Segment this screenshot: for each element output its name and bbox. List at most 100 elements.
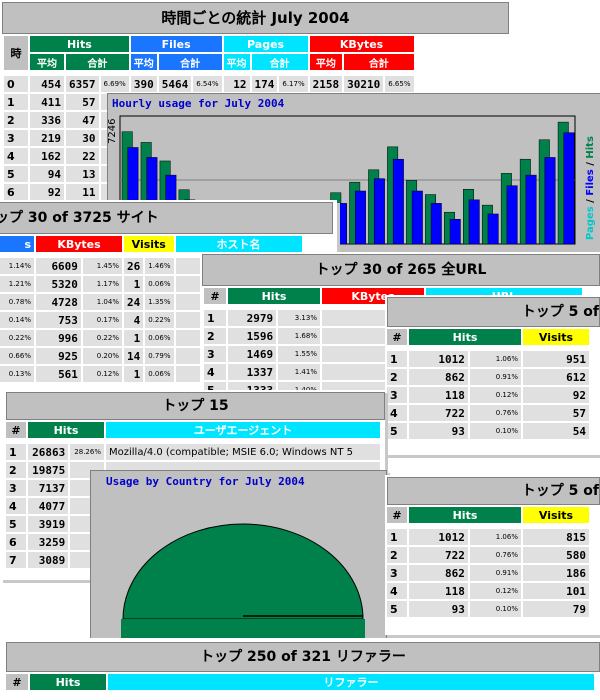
files-total-header: 合計: [158, 54, 222, 70]
sites-visits-pct-cell: 0.06%: [145, 366, 174, 382]
exit-rank-cell: 2: [387, 547, 407, 563]
entry-visits-header: Visits: [523, 329, 589, 345]
urls-hits-pct-cell: 1.55%: [278, 346, 320, 362]
files-bar: [392, 158, 404, 245]
files-bar: [336, 203, 347, 245]
sites-visits-cell: 1: [124, 366, 144, 382]
urls-rank-cell: 1: [204, 310, 226, 326]
hourly-hits-total-cell: 22: [66, 148, 99, 164]
hourly-files-avg-cell: 390: [130, 76, 157, 92]
urls-hits-cell: 2979: [228, 310, 277, 326]
agents-hits-cell: 3919: [28, 516, 69, 532]
urls-hits-header: Hits: [228, 288, 320, 304]
sites-visits-pct-cell: 0.22%: [145, 312, 174, 328]
kbytes-avg-header: 平均: [309, 54, 343, 70]
exit-rank-cell: 5: [387, 601, 407, 617]
sites-kbytes-pct-cell: 0.20%: [82, 348, 122, 364]
entry-hits-pct-cell: 1.06%: [469, 351, 521, 367]
exit-hits-cell: 93: [409, 601, 468, 617]
entry-hits-cell: 118: [409, 387, 468, 403]
agents-hits-cell: 26863: [28, 444, 69, 460]
exit-hits-pct-cell: 0.10%: [469, 601, 521, 617]
sites-visits-pct-cell: 1.46%: [145, 258, 174, 274]
table-row: 4 722 0.76% 57: [387, 405, 589, 421]
hourly-files-pct-cell: 6.54%: [193, 76, 222, 92]
hourly-hits-total-cell: 11: [66, 184, 99, 200]
hourly-hits-pct-cell: 6.69%: [100, 76, 129, 92]
entry-rank-cell: 2: [387, 369, 407, 385]
hourly-hits-avg-cell: 162: [30, 148, 64, 164]
sites-visits-cell: 1: [124, 276, 144, 292]
top-entry-window: トップ 5 of # Hits Visits 1 1012 1.06% 951 2 862…: [385, 295, 600, 455]
sites-visits-cell: 14: [124, 348, 144, 364]
entry-visits-cell: 54: [523, 423, 589, 439]
agents-rank-cell: 1: [6, 444, 26, 460]
hourly-hits-avg-cell: 94: [30, 166, 64, 182]
table-row: 5 93 0.10% 54: [387, 423, 589, 439]
entry-visits-cell: 92: [523, 387, 589, 403]
files-bar: [373, 178, 385, 245]
entry-hits-cell: 93: [409, 423, 468, 439]
exit-hits-pct-cell: 0.91%: [469, 565, 521, 581]
hourly-hour-cell: 2: [4, 112, 28, 128]
sites-files-header: s: [0, 236, 34, 252]
hourly-hits-avg-cell: 336: [30, 112, 64, 128]
hourly-hour-cell: 0: [4, 76, 28, 92]
kbytes-total-header: 合計: [344, 54, 414, 70]
sites-kbytes-pct-cell: 1.04%: [82, 294, 122, 310]
sites-kbytes-pct-cell: 1.17%: [82, 276, 122, 292]
kbytes-header: KBytes: [309, 36, 414, 52]
hourly-hits-avg-cell: 92: [30, 184, 64, 200]
top-entry-table: # Hits Visits 1 1012 1.06% 951 2 862 0.91% 612 3…: [385, 327, 591, 441]
urls-rank-cell: 3: [204, 346, 226, 362]
entry-rank-cell: 1: [387, 351, 407, 367]
table-row: 4 118 0.12% 101: [387, 583, 589, 599]
exit-rank-cell: 4: [387, 583, 407, 599]
country-pie-chart: [121, 523, 365, 639]
hits-header: Hits: [30, 36, 129, 52]
top-agents-title: トップ 15: [6, 392, 385, 420]
agents-rank-cell: 6: [6, 534, 26, 550]
entry-visits-cell: 951: [523, 351, 589, 367]
sites-files-pct-cell: 1.21%: [0, 276, 34, 292]
sites-files-pct-cell: 0.78%: [0, 294, 34, 310]
sites-visits-header: Visits: [124, 236, 174, 252]
table-row: 1 26863 28.26% Mozilla/4.0 (compatible; MSI…: [6, 444, 380, 460]
exit-hits-cell: 722: [409, 547, 468, 563]
urls-hits-pct-cell: 1.41%: [278, 364, 320, 380]
hour-header: 時: [4, 36, 28, 70]
agents-ua-header: ユーザエージェント: [106, 422, 380, 438]
hourly-pages-total-cell: 174: [251, 76, 278, 92]
table-row: 1 1012 1.06% 815: [387, 529, 589, 545]
top-referrers-table: # Hits リファラー: [4, 672, 596, 692]
pages-avg-header: 平均: [223, 54, 250, 70]
top-referrers-title: トップ 250 of 321 リファラー: [6, 642, 600, 672]
exit-visits-header: Visits: [523, 507, 589, 523]
exit-rank-cell: 3: [387, 565, 407, 581]
agents-hits-cell: 3089: [28, 552, 69, 568]
sites-visits-cell: 4: [124, 312, 144, 328]
agents-hits-cell: 19875: [28, 462, 69, 478]
sites-visits-pct-cell: 0.79%: [145, 348, 174, 364]
hourly-files-total-cell: 5464: [158, 76, 192, 92]
table-row: 2 862 0.91% 612: [387, 369, 589, 385]
entry-hits-pct-cell: 0.12%: [469, 387, 521, 403]
exit-hits-pct-cell: 0.12%: [469, 583, 521, 599]
hourly-pages-pct-cell: 6.17%: [279, 76, 308, 92]
hourly-kb-avg-cell: 2158: [309, 76, 343, 92]
hourly-kb-total-cell: 30210: [344, 76, 384, 92]
exit-visits-cell: 101: [523, 583, 589, 599]
exit-hits-cell: 862: [409, 565, 468, 581]
entry-hits-pct-cell: 0.10%: [469, 423, 521, 439]
sites-kbytes-cell: 4728: [36, 294, 81, 310]
exit-hits-pct-cell: 0.76%: [469, 547, 521, 563]
agents-hits-cell: 3259: [28, 534, 69, 550]
hits-total-header: 合計: [66, 54, 129, 70]
urls-hits-cell: 1596: [228, 328, 277, 344]
top-sites-title: トップ 30 of 3725 サイト: [0, 202, 333, 234]
referrers-url-header: リファラー: [108, 674, 594, 690]
sites-visits-pct-cell: 0.06%: [145, 330, 174, 346]
files-bar: [468, 199, 480, 245]
sites-kbytes-pct-cell: 1.45%: [82, 258, 122, 274]
top-exit-table: # Hits Visits 1 1012 1.06% 815 2 722 0.76% 580 3…: [385, 505, 591, 619]
